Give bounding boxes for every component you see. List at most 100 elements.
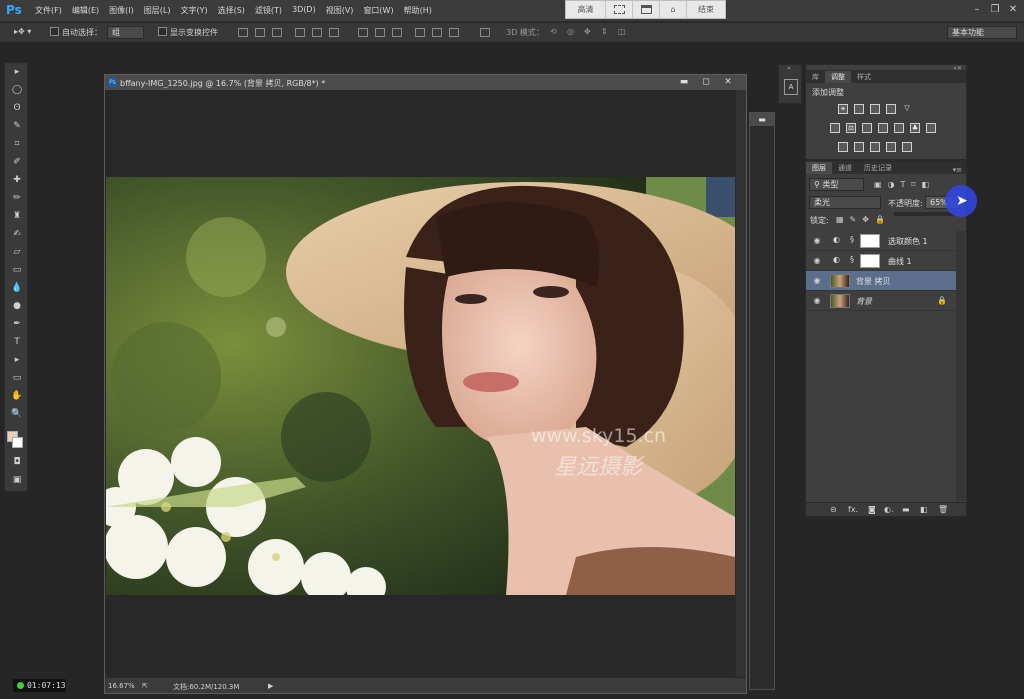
layer-mask-thumbnail[interactable] (860, 234, 880, 248)
3d-pan-icon[interactable]: ✥ (584, 27, 591, 36)
move-tool-icon[interactable]: ▸✥ ▾ (14, 27, 31, 36)
channel-mixer-icon[interactable]: ♣ (910, 123, 920, 133)
layer-curves[interactable]: ◉ ◐ § 曲线 1 (806, 251, 956, 271)
character-panel-icon[interactable]: A (784, 79, 798, 95)
gradient-tool-icon[interactable]: ▭ (11, 265, 23, 276)
menu-view[interactable]: 视图(V) (326, 5, 354, 16)
lock-options-icons[interactable]: ▦✎✥🔒 (836, 215, 891, 224)
align-top-icon[interactable] (238, 28, 248, 37)
healing-brush-tool-icon[interactable]: ✚ (11, 175, 23, 186)
panel-collapse-icon[interactable]: «✕ (953, 65, 962, 72)
visibility-eye-icon[interactable]: ◉ (812, 236, 822, 246)
region-icon[interactable] (606, 1, 633, 18)
blur-tool-icon[interactable]: 💧 (11, 283, 23, 294)
visibility-eye-icon[interactable]: ◉ (812, 296, 822, 306)
align-hcenter-icon[interactable] (312, 28, 322, 37)
new-adjustment-icon[interactable]: ◐. (884, 505, 894, 514)
show-transform-checkbox[interactable]: 显示变换控件 (158, 27, 218, 38)
layer-background[interactable]: ◉ 背景 🔒 (806, 291, 956, 311)
menu-edit[interactable]: 编辑(E) (72, 5, 99, 16)
threshold-icon[interactable] (870, 142, 880, 152)
delete-layer-icon[interactable]: 🗑 (938, 505, 948, 514)
quick-select-tool-icon[interactable]: ✎ (11, 121, 23, 132)
new-layer-icon[interactable]: ◧ (920, 505, 928, 514)
color-lookup-icon[interactable] (926, 123, 936, 133)
layer-mask-thumbnail[interactable] (860, 254, 880, 268)
canvas-area[interactable]: www.sky15.cn 星远摄影 (105, 90, 746, 677)
curves-icon[interactable] (870, 104, 880, 114)
document-title-bar[interactable]: Ps bffany-IMG_1250.jpg @ 16.7% (背景 拷贝, R… (105, 75, 746, 90)
quick-mask-icon[interactable]: ◘ (11, 457, 23, 468)
vibrance-icon[interactable] (830, 123, 840, 133)
distribute-top-icon[interactable] (358, 28, 368, 37)
path-select-tool-icon[interactable]: ▸ (11, 355, 23, 366)
hue-saturation-icon[interactable]: ⚖ (846, 123, 856, 133)
align-left-icon[interactable] (295, 28, 305, 37)
tab-styles[interactable]: 样式 (851, 71, 877, 83)
doc-close-icon[interactable]: ✕ (720, 76, 736, 88)
background-document-window[interactable]: ▬ (749, 112, 775, 690)
home-icon[interactable]: ⌂ (660, 1, 687, 18)
zoom-tool-icon[interactable]: 🔍 (11, 409, 23, 420)
panel-menu-icon[interactable]: ▾≡ (953, 166, 966, 174)
doc-maximize-icon[interactable]: ◻ (698, 76, 714, 88)
hd-button[interactable]: 高清 (566, 1, 606, 18)
eraser-tool-icon[interactable]: ▱ (11, 247, 23, 258)
brush-tool-icon[interactable]: ✏ (11, 193, 23, 204)
selective-color-icon[interactable] (886, 142, 896, 152)
auto-align-icon[interactable] (480, 28, 490, 37)
tab-layers[interactable]: 图层 (806, 162, 832, 174)
gradient-map-triangle-icon[interactable]: ▽ (902, 104, 912, 114)
end-recording-button[interactable]: 结束 (687, 1, 725, 18)
layer-background-copy[interactable]: ◉ 背景 拷贝 (806, 271, 956, 291)
align-right-icon[interactable] (329, 28, 339, 37)
distribute-hcenter-icon[interactable] (432, 28, 442, 37)
layer-style-icon[interactable]: fx. (848, 505, 858, 514)
link-layers-icon[interactable]: ⊝ (830, 505, 837, 514)
auto-select-checkbox[interactable]: 自动选择： (50, 27, 102, 38)
workspace-dropdown[interactable]: 基本功能 (947, 26, 1017, 39)
levels-icon[interactable] (854, 104, 864, 114)
layer-selective-color[interactable]: ◉ ◐ § 选取颜色 1 (806, 231, 956, 251)
doc-minimize-icon[interactable]: ▬ (676, 76, 692, 88)
tab-channels[interactable]: 通道 (832, 162, 858, 174)
clone-stamp-tool-icon[interactable]: ♜ (11, 211, 23, 222)
crop-tool-icon[interactable]: ⌗ (11, 139, 23, 150)
minimize-icon[interactable]: – (970, 3, 984, 17)
tab-history[interactable]: 历史记录 (858, 162, 898, 174)
menu-help[interactable]: 帮助(H) (404, 5, 432, 16)
menu-window[interactable]: 窗口(W) (363, 5, 393, 16)
back-doc-minimize-icon[interactable]: ▬ (750, 113, 774, 126)
status-menu-arrow-icon[interactable]: ▶ (268, 682, 273, 690)
menu-3d[interactable]: 3D(D) (292, 5, 316, 16)
brightness-icon[interactable]: ☀ (838, 104, 848, 114)
posterize-icon[interactable] (854, 142, 864, 152)
filter-kind-icons[interactable]: ▣◑T⌑◧ (874, 180, 935, 189)
hand-tool-icon[interactable]: ✋ (11, 391, 23, 402)
new-group-icon[interactable]: ▬ (902, 505, 910, 514)
eyedropper-tool-icon[interactable]: ✐ (11, 157, 23, 168)
document-vertical-scrollbar[interactable] (735, 90, 746, 677)
marquee-tool-icon[interactable]: ◯ (11, 85, 23, 96)
menu-layer[interactable]: 图层(L) (144, 5, 171, 16)
menu-select[interactable]: 选择(S) (218, 5, 245, 16)
distribute-right-icon[interactable] (449, 28, 459, 37)
visibility-eye-icon[interactable]: ◉ (812, 276, 822, 286)
align-vcenter-icon[interactable] (255, 28, 265, 37)
menu-type[interactable]: 文字(Y) (180, 5, 207, 16)
blend-mode-dropdown[interactable]: 柔光 (809, 196, 881, 209)
zoom-level[interactable]: 16.67% (108, 682, 135, 690)
dock-expand-icon[interactable]: » (787, 65, 791, 72)
gradient-map-icon[interactable] (902, 142, 912, 152)
color-balance-icon[interactable] (862, 123, 872, 133)
history-brush-tool-icon[interactable]: ✍ (11, 229, 23, 240)
window-icon[interactable] (633, 1, 660, 18)
layer-filter-dropdown[interactable]: ⚲ 类型 (809, 178, 864, 191)
background-color-swatch[interactable] (12, 437, 23, 448)
align-bottom-icon[interactable] (272, 28, 282, 37)
menu-file[interactable]: 文件(F) (35, 5, 62, 16)
tab-library[interactable]: 库 (806, 71, 825, 83)
distribute-left-icon[interactable] (415, 28, 425, 37)
shape-tool-icon[interactable]: ▭ (11, 373, 23, 384)
3d-orbit-icon[interactable]: ⟲ (550, 27, 557, 36)
